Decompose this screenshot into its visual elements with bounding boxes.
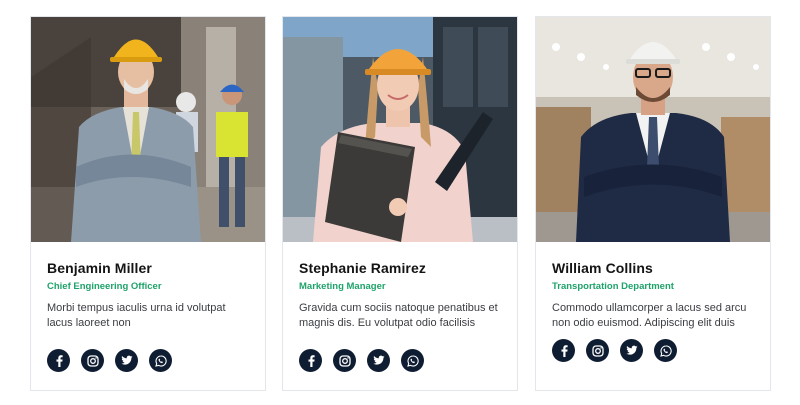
team-cards: Benjamin Miller Chief Engineering Office… [30, 16, 771, 391]
member-description: Morbi tempus iaculis urna id volutpat la… [47, 302, 226, 329]
twitter-icon[interactable] [115, 349, 138, 372]
member-name: William Collins [552, 260, 653, 276]
instagram-icon[interactable] [333, 349, 356, 372]
facebook-icon[interactable] [47, 349, 70, 372]
twitter-icon[interactable] [367, 349, 390, 372]
social-links [552, 339, 677, 362]
instagram-icon[interactable] [81, 349, 104, 372]
whatsapp-icon[interactable] [654, 339, 677, 362]
instagram-icon[interactable] [586, 339, 609, 362]
team-card: Benjamin Miller Chief Engineering Office… [30, 16, 266, 391]
facebook-icon[interactable] [299, 349, 322, 372]
member-role: Transportation Department [552, 281, 674, 292]
member-role: Chief Engineering Officer [47, 281, 162, 292]
whatsapp-icon[interactable] [401, 349, 424, 372]
member-photo [31, 17, 265, 242]
whatsapp-icon[interactable] [149, 349, 172, 372]
member-photo [536, 17, 770, 242]
member-description: Gravida cum sociis natoque penatibus et … [299, 302, 498, 329]
member-role: Marketing Manager [299, 281, 386, 292]
social-links [299, 349, 424, 372]
member-photo [283, 17, 517, 242]
facebook-icon[interactable] [552, 339, 575, 362]
team-card: Stephanie Ramirez Marketing Manager Grav… [282, 16, 518, 391]
team-card: William Collins Transportation Departmen… [535, 16, 771, 391]
member-name: Stephanie Ramirez [299, 260, 426, 276]
social-links [47, 349, 172, 372]
member-name: Benjamin Miller [47, 260, 152, 276]
twitter-icon[interactable] [620, 339, 643, 362]
member-description: Commodo ullamcorper a lacus sed arcu non… [552, 302, 747, 329]
